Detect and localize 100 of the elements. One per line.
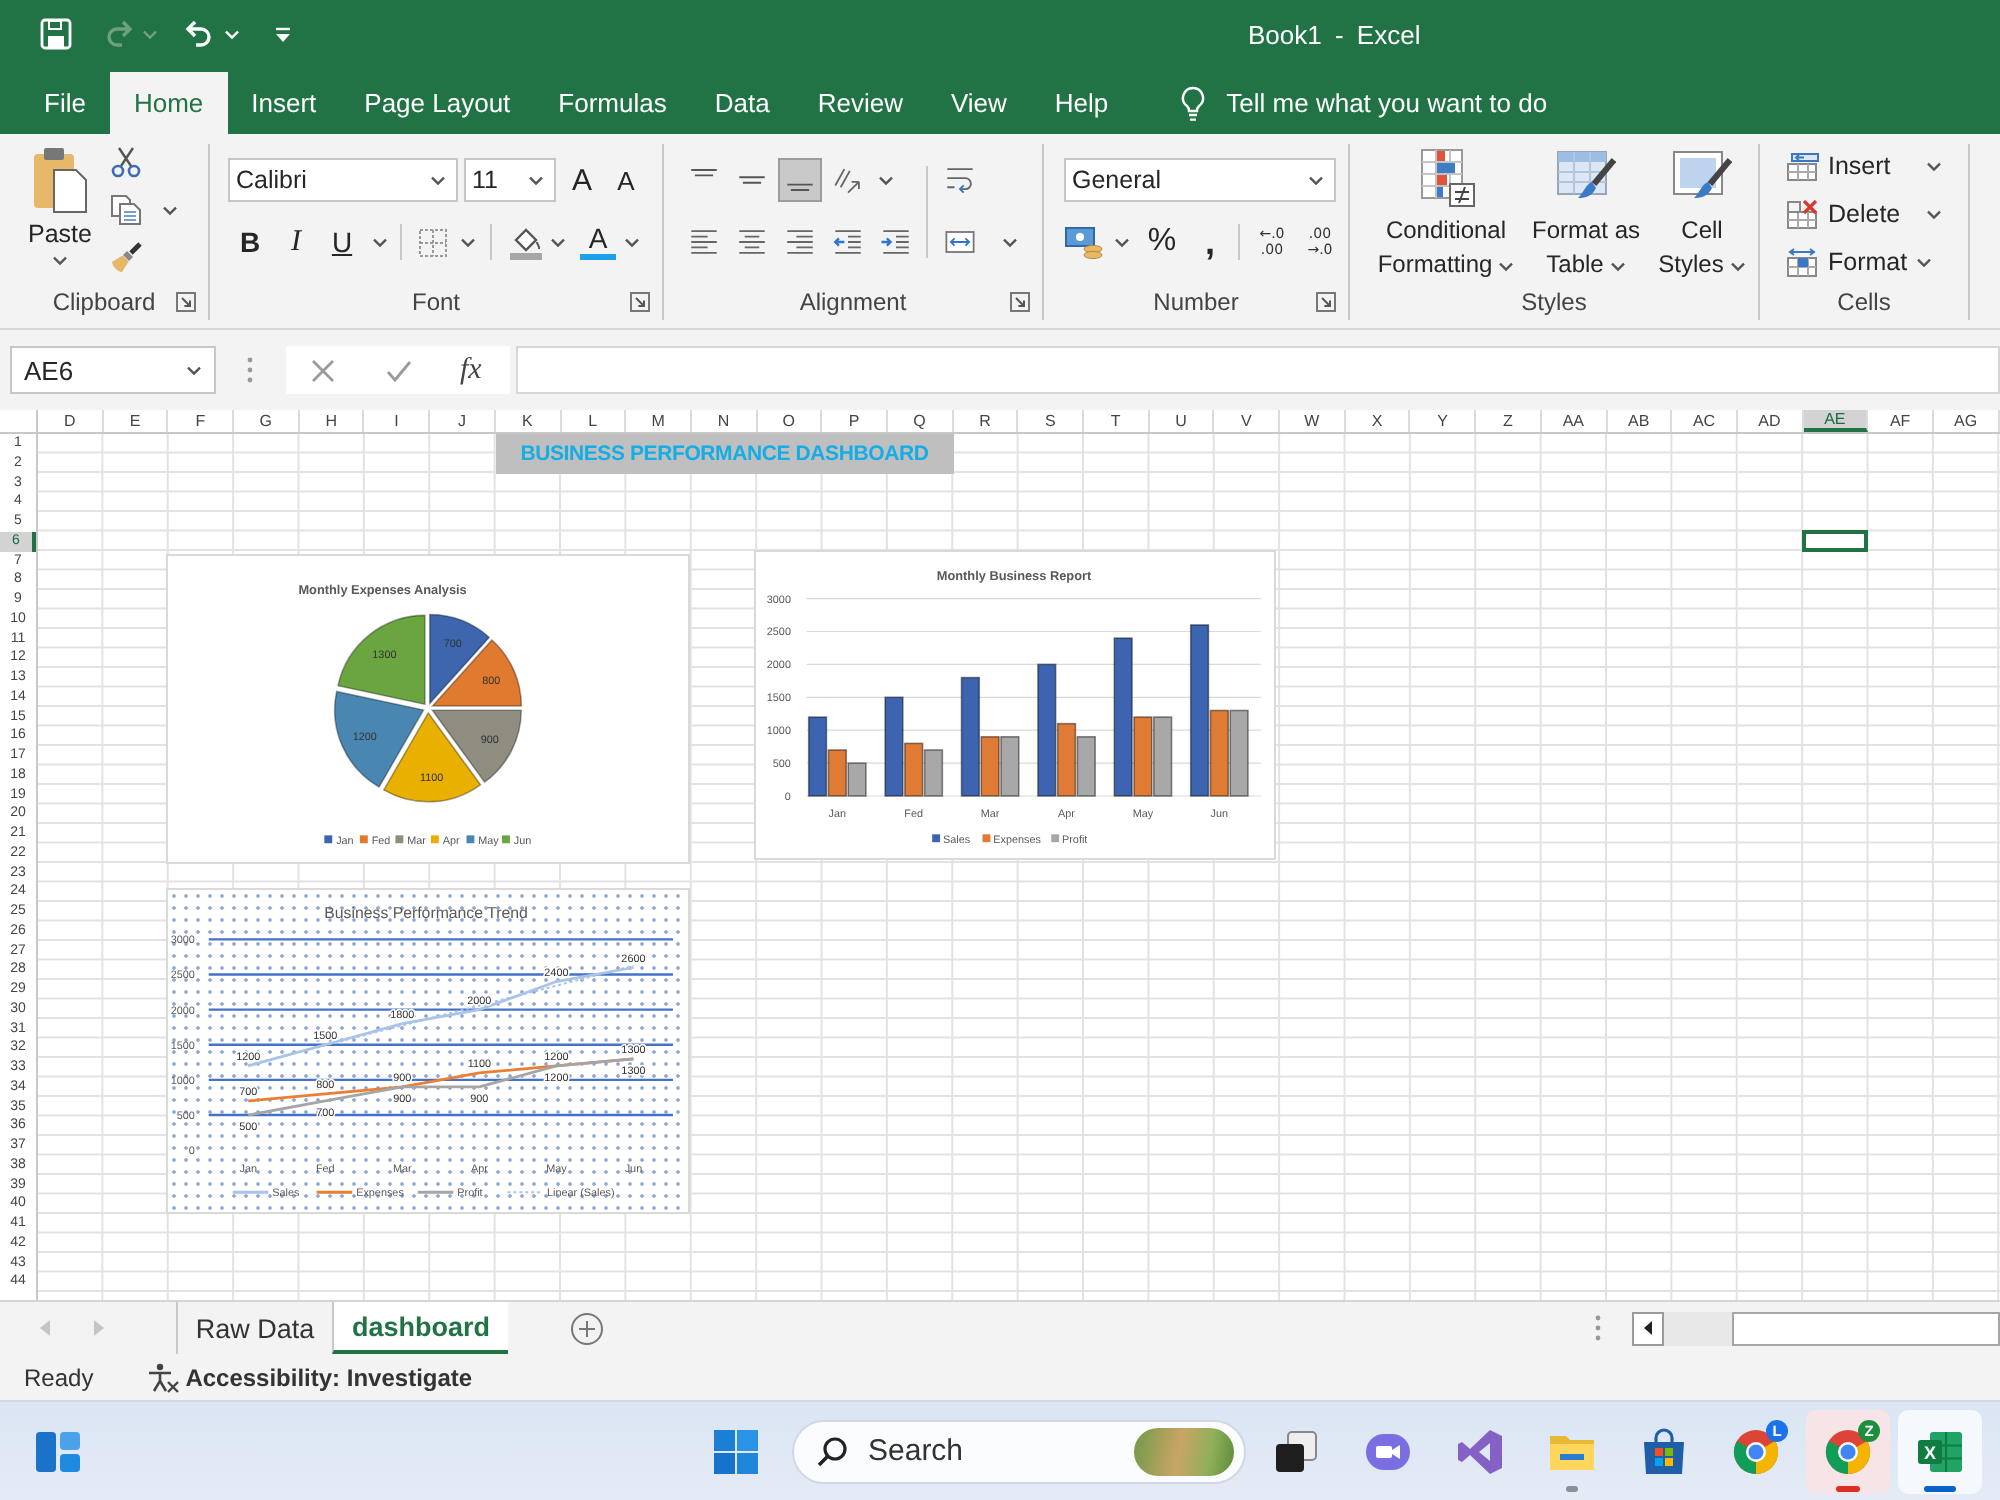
bold-button[interactable]: B: [228, 222, 272, 262]
format-as-table-button[interactable]: Format as Table: [1524, 144, 1648, 284]
ribbon-tab[interactable]: Page Layout: [340, 72, 535, 134]
column-header[interactable]: D: [38, 410, 104, 432]
shrink-font-button[interactable]: A: [610, 165, 642, 195]
undo-icon[interactable]: [182, 18, 214, 50]
grow-font-button[interactable]: A: [566, 163, 598, 197]
caret-icon[interactable]: [1609, 262, 1626, 273]
column-header[interactable]: M: [626, 410, 692, 432]
paste-button[interactable]: Paste: [20, 146, 100, 284]
column-header[interactable]: N: [691, 410, 758, 432]
column-header[interactable]: AE: [1803, 410, 1869, 432]
ribbon-tab[interactable]: Data: [690, 72, 794, 134]
formula-input-field[interactable]: [516, 346, 2000, 394]
caret-icon[interactable]: [460, 237, 476, 247]
paintbrush-icon[interactable]: [110, 242, 142, 274]
copy-icon[interactable]: [110, 194, 142, 226]
caret-icon[interactable]: [1729, 262, 1746, 273]
caret-icon[interactable]: [1498, 262, 1515, 273]
column-header[interactable]: AF: [1868, 410, 1934, 432]
scissors-icon[interactable]: [110, 146, 142, 178]
column-header[interactable]: H: [299, 410, 365, 432]
caret-icon[interactable]: [162, 205, 178, 215]
column-header[interactable]: S: [1018, 410, 1084, 432]
ribbon-tab[interactable]: View: [926, 72, 1031, 134]
taskbar-app-button[interactable]: X: [1898, 1409, 1982, 1493]
caret-icon[interactable]: [1915, 257, 1932, 267]
column-header[interactable]: F: [168, 410, 235, 432]
caret-icon[interactable]: [550, 237, 566, 247]
underline-button[interactable]: U: [320, 222, 364, 262]
add-sheet-icon[interactable]: [570, 1311, 604, 1345]
column-header[interactable]: L: [561, 410, 627, 432]
number-format-field[interactable]: General: [1064, 158, 1336, 202]
caret-icon[interactable]: [624, 237, 640, 247]
name-box[interactable]: AE6: [10, 346, 216, 394]
column-header[interactable]: R: [953, 410, 1019, 432]
ribbon-logo-icon[interactable]: [1456, 1427, 1504, 1475]
ribbon-tab[interactable]: Formulas: [534, 72, 691, 134]
caret-icon[interactable]: [878, 175, 894, 185]
column-header[interactable]: Z: [1476, 410, 1542, 432]
align-bottom-icon[interactable]: [778, 158, 822, 202]
column-header[interactable]: T: [1084, 410, 1150, 432]
format-cells-button[interactable]: Format: [1786, 240, 1968, 284]
italic-button[interactable]: I: [274, 222, 318, 262]
dialog-launcher-icon[interactable]: [1316, 292, 1336, 312]
ribbon-tab[interactable]: Insert: [227, 72, 341, 134]
caret-icon[interactable]: [372, 237, 388, 247]
column-header[interactable]: K: [495, 410, 561, 432]
grip-icon[interactable]: [1594, 1314, 1602, 1342]
customize-toolbar-icon[interactable]: [274, 25, 292, 43]
scroll-thumb[interactable]: [1732, 1311, 2000, 1345]
column-header[interactable]: G: [234, 410, 300, 432]
column-header[interactable]: AC: [1672, 410, 1738, 432]
column-header[interactable]: I: [364, 410, 431, 432]
delete-cells-button[interactable]: Delete: [1786, 192, 1942, 236]
font-color-button[interactable]: A: [580, 224, 616, 260]
insert-cells-button[interactable]: Insert: [1786, 144, 1942, 188]
column-header[interactable]: Y: [1410, 410, 1477, 432]
dialog-launcher-icon[interactable]: [630, 292, 650, 312]
column-header[interactable]: P: [822, 410, 888, 432]
insert-function-button[interactable]: fx: [460, 353, 482, 387]
sheet-tab[interactable]: dashboard: [332, 1302, 508, 1354]
column-header[interactable]: Q: [887, 410, 954, 432]
ribbon-tab[interactable]: Review: [793, 72, 927, 134]
comma-style-button[interactable]: ,: [1194, 222, 1226, 262]
font-size-field[interactable]: 11: [464, 158, 556, 202]
windows-logo-icon[interactable]: [712, 1427, 760, 1475]
tell-me-search-field[interactable]: Tell me what you want to do: [1226, 88, 1571, 118]
ribbon-tab[interactable]: File: [20, 72, 110, 134]
widgets-icon[interactable]: [34, 1427, 82, 1475]
caret-icon[interactable]: [1926, 209, 1942, 219]
caret-icon[interactable]: [186, 365, 202, 375]
caret-icon[interactable]: [1308, 175, 1324, 185]
dialog-launcher-icon[interactable]: [1010, 292, 1030, 312]
dialog-launcher-icon[interactable]: [176, 292, 196, 312]
column-header[interactable]: O: [757, 410, 823, 432]
store-bag-icon[interactable]: [1640, 1427, 1688, 1475]
column-header[interactable]: J: [430, 410, 496, 432]
column-header[interactable]: AA: [1541, 410, 1607, 432]
accounting-format-icon[interactable]: [1064, 225, 1104, 259]
column-header[interactable]: U: [1149, 410, 1215, 432]
percent-style-button[interactable]: %: [1142, 224, 1182, 260]
borders-icon[interactable]: [418, 227, 448, 257]
browser-icon[interactable]: [1824, 1427, 1872, 1475]
caret-icon[interactable]: [430, 175, 446, 185]
font-name-field[interactable]: Calibri: [228, 158, 458, 202]
save-icon[interactable]: [40, 18, 72, 50]
accessibility-icon[interactable]: [145, 1361, 180, 1393]
scroll-left-button[interactable]: [1632, 1311, 1664, 1345]
ribbon-tab[interactable]: Help: [1030, 72, 1133, 134]
caret-icon[interactable]: [1114, 237, 1130, 247]
column-header[interactable]: E: [103, 410, 169, 432]
enter-check-icon[interactable]: [386, 357, 412, 383]
column-header[interactable]: AB: [1607, 410, 1673, 432]
browser-icon[interactable]: [1732, 1427, 1780, 1475]
cancel-icon[interactable]: [310, 357, 336, 383]
column-header[interactable]: X: [1345, 410, 1411, 432]
column-header[interactable]: AG: [1933, 410, 2000, 432]
caret-icon[interactable]: [528, 175, 544, 185]
caret-icon[interactable]: [52, 256, 68, 266]
